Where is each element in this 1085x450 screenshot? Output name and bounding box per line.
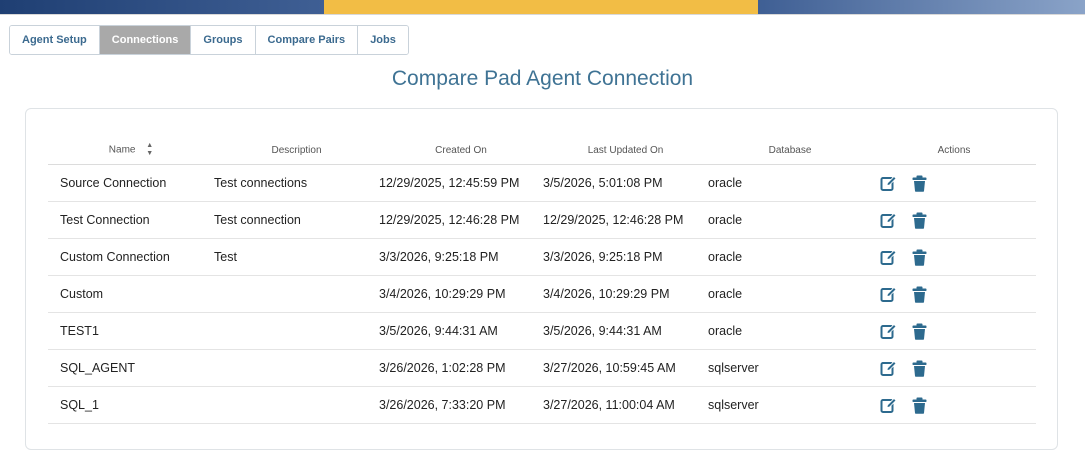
trash-icon[interactable] xyxy=(911,175,928,192)
table-row: TEST1 3/5/2026, 9:44:31 AM 3/5/2026, 9:4… xyxy=(48,312,1036,350)
cell-created-on: 3/26/2026, 7:33:20 PM xyxy=(379,386,543,424)
edit-icon[interactable] xyxy=(880,212,897,229)
column-header-actions: Actions xyxy=(872,136,1036,165)
cell-database: sqlserver xyxy=(708,349,872,387)
cell-database: oracle xyxy=(708,164,872,202)
row-actions xyxy=(872,212,1036,229)
trash-icon[interactable] xyxy=(911,360,928,377)
cell-description xyxy=(214,275,379,313)
connections-card: Name ▲ ▼ Description Created On Last Upda… xyxy=(25,108,1058,450)
cell-actions xyxy=(872,275,1036,313)
column-header-last-updated-on: Last Updated On xyxy=(543,136,708,165)
column-header-name-label: Name xyxy=(108,144,136,156)
cell-description: Test xyxy=(214,238,379,276)
cell-description xyxy=(214,312,379,350)
edit-icon[interactable] xyxy=(880,286,897,303)
page-title: Compare Pad Agent Connection xyxy=(391,67,694,90)
cell-created-on: 12/29/2025, 12:46:28 PM xyxy=(379,201,543,239)
table-row: Source Connection Test connections 12/29… xyxy=(48,164,1036,202)
top-banner xyxy=(0,0,1085,14)
trash-icon[interactable] xyxy=(911,286,928,303)
cell-actions xyxy=(872,201,1036,239)
cell-last-updated-on: 3/27/2026, 11:00:04 AM xyxy=(543,386,708,424)
cell-name: SQL_AGENT xyxy=(48,349,214,387)
tab-jobs[interactable]: Jobs xyxy=(358,26,408,54)
table-header-row: Name ▲ ▼ Description Created On Last Upda… xyxy=(48,136,1036,165)
edit-icon[interactable] xyxy=(880,175,897,192)
row-actions xyxy=(872,286,1036,303)
cell-database: oracle xyxy=(708,201,872,239)
column-header-database: Database xyxy=(708,136,872,165)
table-row: Custom 3/4/2026, 10:29:29 PM 3/4/2026, 1… xyxy=(48,275,1036,313)
tab-connections[interactable]: Connections xyxy=(99,26,192,54)
cell-name: Custom xyxy=(48,275,214,313)
row-actions xyxy=(872,175,1036,192)
tab-compare-pairs[interactable]: Compare Pairs xyxy=(255,26,359,54)
tab-bar: Agent Setup Connections Groups Compare P… xyxy=(9,25,409,55)
column-header-created-on: Created On xyxy=(379,136,543,165)
cell-database: oracle xyxy=(708,275,872,313)
cell-created-on: 3/3/2026, 9:25:18 PM xyxy=(379,238,543,276)
cell-name: Source Connection xyxy=(48,164,214,202)
top-divider xyxy=(0,14,1085,15)
cell-last-updated-on: 3/5/2026, 5:01:08 PM xyxy=(543,164,708,202)
cell-database: oracle xyxy=(708,238,872,276)
cell-actions xyxy=(872,312,1036,350)
trash-icon[interactable] xyxy=(911,212,928,229)
cell-last-updated-on: 3/27/2026, 10:59:45 AM xyxy=(543,349,708,387)
row-actions xyxy=(872,397,1036,414)
table-row: Custom Connection Test 3/3/2026, 9:25:18… xyxy=(48,238,1036,276)
connections-table: Name ▲ ▼ Description Created On Last Upda… xyxy=(48,136,1036,424)
cell-last-updated-on: 3/5/2026, 9:44:31 AM xyxy=(543,312,708,350)
cell-database: sqlserver xyxy=(708,386,872,424)
cell-created-on: 3/4/2026, 10:29:29 PM xyxy=(379,275,543,313)
cell-description xyxy=(214,349,379,387)
edit-icon[interactable] xyxy=(880,360,897,377)
cell-created-on: 3/5/2026, 9:44:31 AM xyxy=(379,312,543,350)
column-header-name[interactable]: Name ▲ ▼ xyxy=(48,136,214,165)
cell-actions xyxy=(872,164,1036,202)
table-row: SQL_AGENT 3/26/2026, 1:02:28 PM 3/27/202… xyxy=(48,349,1036,387)
cell-created-on: 3/26/2026, 1:02:28 PM xyxy=(379,349,543,387)
top-banner-right xyxy=(758,0,1085,14)
cell-name: SQL_1 xyxy=(48,386,214,424)
trash-icon[interactable] xyxy=(911,397,928,414)
top-banner-left xyxy=(0,0,324,14)
edit-icon[interactable] xyxy=(880,397,897,414)
tab-groups[interactable]: Groups xyxy=(191,26,256,54)
row-actions xyxy=(872,249,1036,266)
table-body: Source Connection Test connections 12/29… xyxy=(48,164,1036,424)
cell-actions xyxy=(872,349,1036,387)
trash-icon[interactable] xyxy=(911,323,928,340)
cell-name: TEST1 xyxy=(48,312,214,350)
cell-description: Test connections xyxy=(214,164,379,202)
cell-last-updated-on: 3/4/2026, 10:29:29 PM xyxy=(543,275,708,313)
row-actions xyxy=(872,360,1036,377)
cell-database: oracle xyxy=(708,312,872,350)
table-row: SQL_1 3/26/2026, 7:33:20 PM 3/27/2026, 1… xyxy=(48,386,1036,424)
cell-actions xyxy=(872,386,1036,424)
row-actions xyxy=(872,323,1036,340)
column-header-description: Description xyxy=(214,136,379,165)
cell-last-updated-on: 3/3/2026, 9:25:18 PM xyxy=(543,238,708,276)
cell-last-updated-on: 12/29/2025, 12:46:28 PM xyxy=(543,201,708,239)
edit-icon[interactable] xyxy=(880,249,897,266)
edit-icon[interactable] xyxy=(880,323,897,340)
top-banner-middle xyxy=(324,0,758,14)
trash-icon[interactable] xyxy=(911,249,928,266)
cell-actions xyxy=(872,238,1036,276)
cell-name: Custom Connection xyxy=(48,238,214,276)
cell-created-on: 12/29/2025, 12:45:59 PM xyxy=(379,164,543,202)
sort-icon[interactable]: ▲ ▼ xyxy=(146,142,153,158)
tab-agent-setup[interactable]: Agent Setup xyxy=(10,26,100,54)
cell-name: Test Connection xyxy=(48,201,214,239)
cell-description xyxy=(214,386,379,424)
cell-description: Test connection xyxy=(214,201,379,239)
table-row: Test Connection Test connection 12/29/20… xyxy=(48,201,1036,239)
